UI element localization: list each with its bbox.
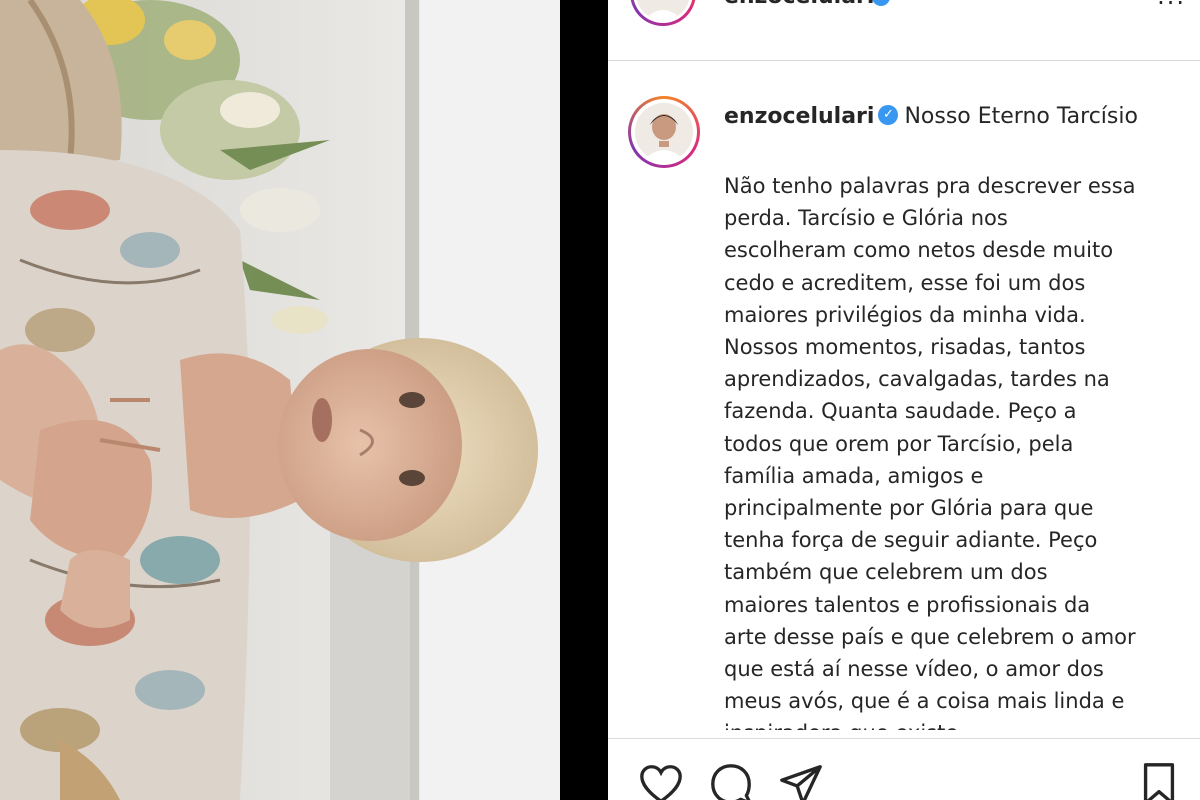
caption-line: fazenda. Quanta saudade. Peço a: [724, 399, 1077, 424]
caption-avatar[interactable]: [628, 96, 700, 168]
caption-line: maiores talentos e profissionais da: [724, 592, 1091, 617]
video-frame: [0, 0, 560, 800]
caption-line: escolheram como netos desde muito: [724, 238, 1114, 263]
caption-line: meus avós, que é a coisa mais linda e: [724, 689, 1125, 714]
caption-line: Não tenho palavras pra descrever essa: [724, 174, 1136, 198]
caption-line: aprendizados, cavalgadas, tardes na: [724, 367, 1110, 392]
caption-line: inspiradora que existe: [724, 717, 1164, 730]
header-avatar[interactable]: [630, 0, 696, 26]
caption-text: Não tenho palavras pra descrever essa pe…: [724, 170, 1164, 730]
post-header: enzocelulari ✓ ...: [608, 0, 1200, 61]
post-video[interactable]: [0, 0, 560, 800]
post-panel: enzocelulari ✓ ... enzocelulari✓Nosso Et…: [608, 0, 1200, 800]
caption-line: principalmente por Glória para que: [724, 496, 1094, 521]
heart-icon[interactable]: [638, 761, 684, 800]
caption-line: arte desse país e que celebrem o amor: [724, 624, 1136, 649]
caption-line: também que celebrem um dos: [724, 560, 1048, 585]
bookmark-icon[interactable]: [1136, 761, 1182, 800]
more-options-icon[interactable]: ...: [1157, 0, 1186, 10]
verified-badge-icon: ✓: [878, 105, 899, 125]
caption-title: Nosso Eterno Tarcísio: [904, 104, 1138, 129]
paper-plane-icon[interactable]: [778, 761, 824, 800]
caption-username[interactable]: enzocelulari: [724, 104, 874, 129]
action-bar: [608, 738, 1200, 800]
caption-line: tenha força de seguir adiante. Peço: [724, 528, 1098, 553]
caption-line: Nossos momentos, risadas, tantos: [724, 335, 1086, 360]
caption-line: que está aí nesse vídeo, o amor dos: [724, 657, 1104, 682]
comment-icon[interactable]: [708, 761, 754, 800]
caption-line: perda. Tarcísio e Glória nos: [724, 206, 1008, 231]
caption-line: família amada, amigos e: [724, 463, 984, 488]
caption-line: todos que orem por Tarcísio, pela: [724, 431, 1074, 456]
caption-line: maiores privilégios da minha vida.: [724, 302, 1086, 327]
media-divider: [560, 0, 608, 800]
caption-line: cedo e acreditem, esse foi um dos: [724, 270, 1086, 295]
verified-badge-icon: ✓: [872, 0, 890, 6]
avatar-photo: [635, 103, 693, 161]
caption-header: enzocelulari ✓ Nosso Eterno Tarcísio: [724, 104, 1138, 129]
header-username[interactable]: enzocelulari: [724, 0, 874, 9]
